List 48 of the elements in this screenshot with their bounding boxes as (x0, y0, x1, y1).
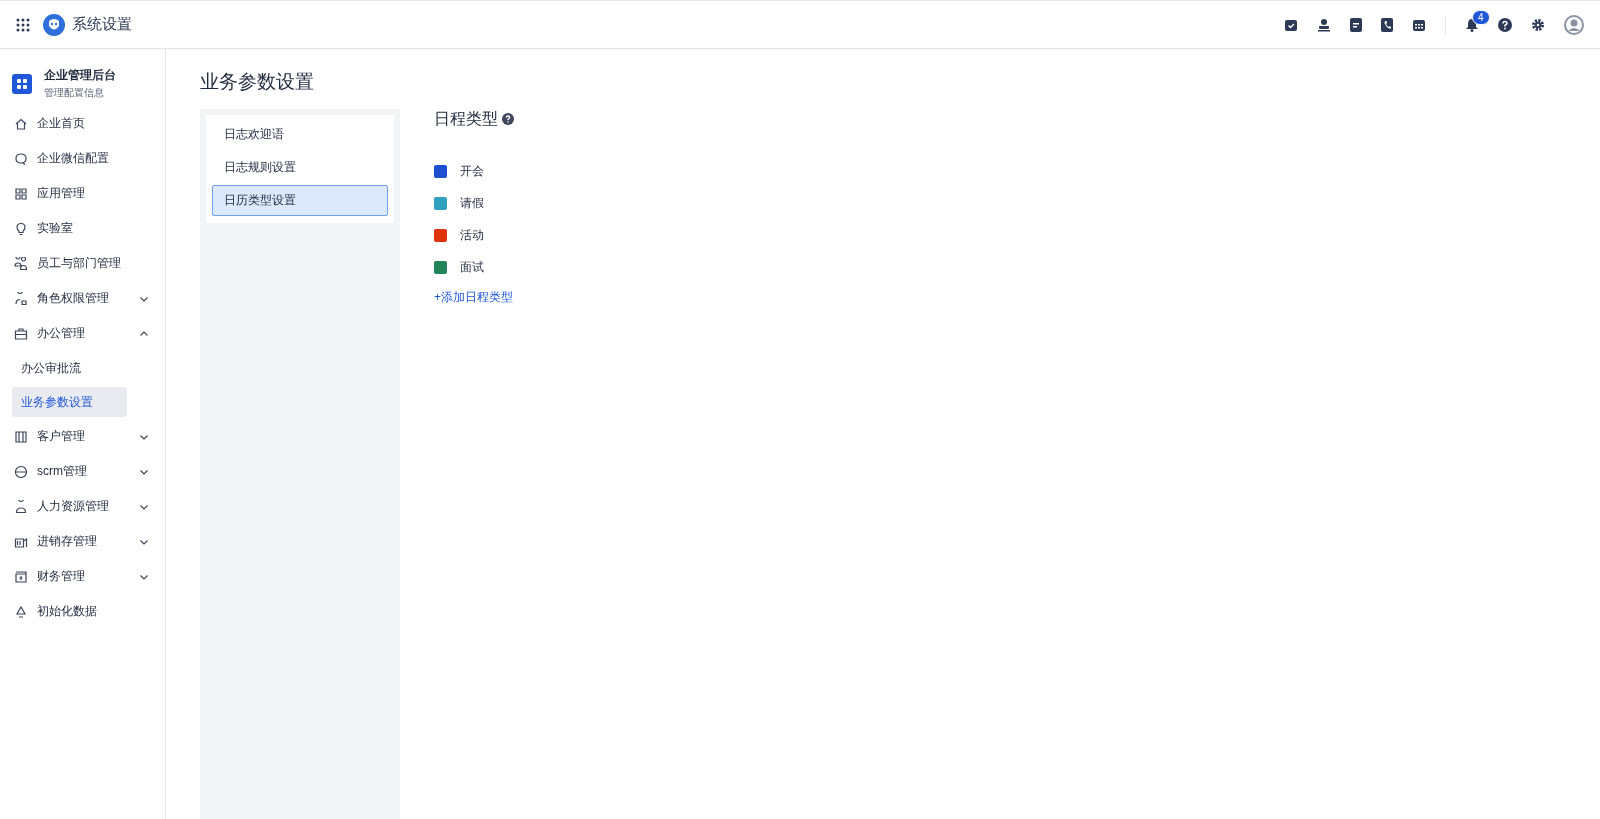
sidebar-item[interactable]: 进销存管理 (0, 524, 165, 559)
sidebar-item[interactable]: 应用管理 (0, 176, 165, 211)
chat-bubble-icon (14, 151, 28, 166)
sidebar-item[interactable]: scrm管理 (0, 454, 165, 489)
sidebar-subtitle: 管理配置信息 (44, 86, 105, 100)
schedule-type-label: 请假 (460, 194, 484, 212)
sidebar-subitem[interactable]: 业务参数设置 (12, 387, 127, 417)
stamp-icon[interactable] (1317, 17, 1331, 32)
grid-logo-icon (12, 73, 32, 94)
sidebar-item[interactable]: 财务管理 (0, 559, 165, 594)
add-schedule-type-link[interactable]: +添加日程类型 (434, 289, 513, 306)
briefcase-icon (14, 326, 28, 341)
submenu-item[interactable]: 日志规则设置 (212, 152, 388, 183)
sidebar-item[interactable]: 办公管理 (0, 316, 165, 351)
submenu-item[interactable]: 日历类型设置 (212, 185, 388, 216)
calendar-icon[interactable] (1412, 17, 1426, 32)
app-title: 系统设置 (72, 15, 132, 34)
sidebar-item[interactable]: 员工与部门管理 (0, 246, 165, 281)
help-icon[interactable] (1498, 17, 1512, 32)
avatar-icon[interactable] (1564, 14, 1584, 35)
sidebar-item[interactable]: 实验室 (0, 211, 165, 246)
sidebar-item[interactable]: 客户管理 (0, 419, 165, 454)
sidebar-title: 企业管理后台 (44, 67, 116, 84)
sidebar-item[interactable]: 初始化数据 (0, 594, 165, 629)
section-title: 日程类型 (434, 108, 498, 129)
app-grid-icon[interactable] (16, 17, 30, 32)
sidebar-item[interactable]: 企业微信配置 (0, 141, 165, 176)
sidebar-item[interactable]: 人力资源管理 (0, 489, 165, 524)
page-title: 业务参数设置 (200, 70, 315, 94)
notification-count: 4 (1472, 9, 1490, 25)
home-icon (14, 116, 28, 131)
apps-icon (14, 186, 28, 201)
calendar-check-icon[interactable] (1284, 17, 1298, 32)
sidebar-item[interactable]: 企业首页 (0, 106, 165, 141)
schedule-type-label: 活动 (460, 226, 484, 244)
schedule-type-label: 开会 (460, 162, 484, 180)
help-icon[interactable] (502, 113, 514, 125)
phone-book-icon[interactable] (1381, 17, 1393, 32)
sidebar-subitem[interactable]: 办公审批流 (12, 353, 127, 383)
document-icon[interactable] (1350, 17, 1362, 32)
submenu-item[interactable]: 日志欢迎语 (212, 119, 388, 150)
cash-box-icon (14, 569, 28, 584)
sidebar-item[interactable]: 角色权限管理 (0, 281, 165, 316)
schedule-type-label: 面试 (460, 258, 484, 276)
settings-icon[interactable] (1531, 17, 1545, 32)
lightbulb-icon (14, 221, 28, 236)
building-icon (14, 429, 28, 444)
logo-icon (43, 13, 65, 36)
